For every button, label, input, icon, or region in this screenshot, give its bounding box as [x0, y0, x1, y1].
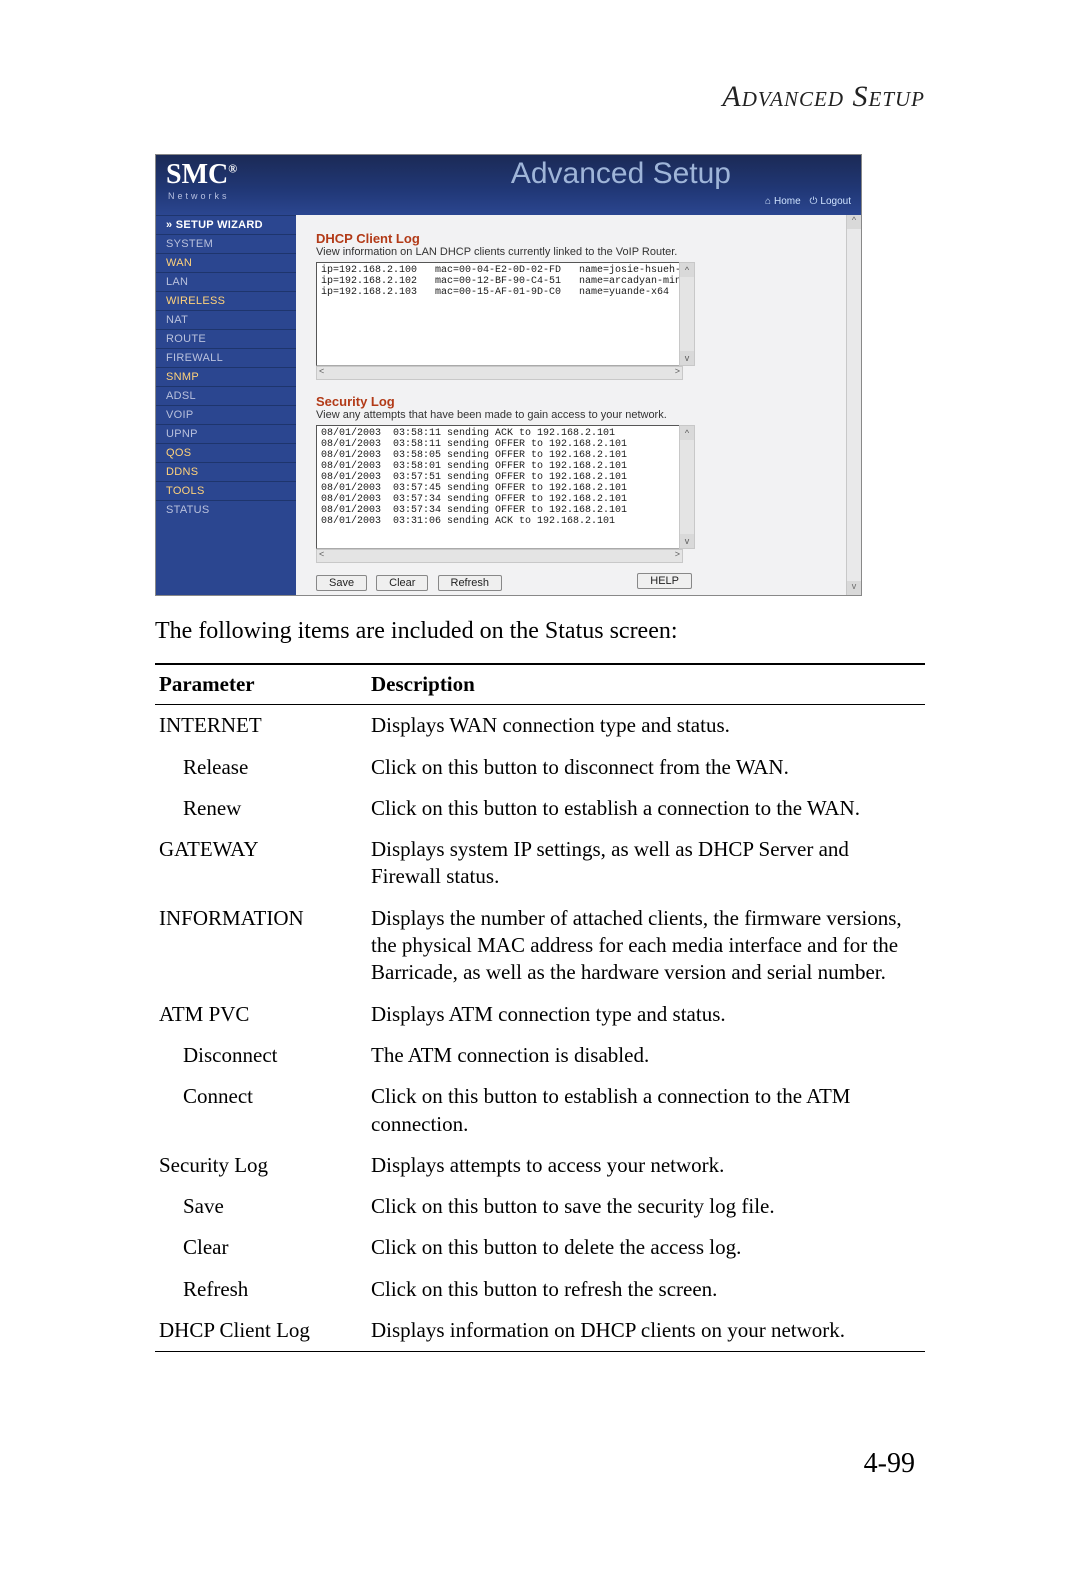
col-parameter: Parameter: [155, 664, 367, 705]
table-row: Security LogDisplays attempts to access …: [155, 1145, 925, 1186]
page-header: Advanced Setup: [155, 80, 925, 114]
table-row: ATM PVCDisplays ATM connection type and …: [155, 994, 925, 1035]
param-desc: Displays ATM connection type and status.: [367, 994, 925, 1035]
content-pane: DHCP Client Log View information on LAN …: [296, 215, 846, 595]
security-log-textarea[interactable]: 08/01/2003 03:58:11 sending ACK to 192.1…: [316, 425, 691, 549]
param-desc: Displays system IP settings, as well as …: [367, 829, 925, 898]
sidebar-item-route[interactable]: ROUTE: [156, 329, 296, 348]
param-desc: The ATM connection is disabled.: [367, 1035, 925, 1076]
sidebar-item-snmp[interactable]: SNMP: [156, 367, 296, 386]
home-link[interactable]: Home: [765, 196, 801, 207]
sidebar-item-system[interactable]: SYSTEM: [156, 234, 296, 253]
param-name: Security Log: [155, 1145, 367, 1186]
sidebar: » SETUP WIZARDSYSTEMWANLANWIRELESSNATROU…: [156, 215, 296, 595]
table-row: ClearClick on this button to delete the …: [155, 1227, 925, 1268]
param-name: ATM PVC: [155, 994, 367, 1035]
sidebar-item-qos[interactable]: QoS: [156, 443, 296, 462]
save-button[interactable]: Save: [316, 575, 367, 591]
pane-scroll-up-icon[interactable]: ^: [847, 215, 861, 229]
refresh-button[interactable]: Refresh: [438, 575, 503, 591]
param-desc: Click on this button to establish a conn…: [367, 788, 925, 829]
banner-title: Advanced Setup: [511, 157, 731, 191]
param-name: Disconnect: [155, 1035, 367, 1076]
sidebar-item-nat[interactable]: NAT: [156, 310, 296, 329]
help-button[interactable]: HELP: [637, 573, 692, 589]
param-desc: Click on this button to save the securit…: [367, 1186, 925, 1227]
parameter-table: Parameter Description INTERNETDisplays W…: [155, 663, 925, 1351]
sidebar-item-lan[interactable]: LAN: [156, 272, 296, 291]
page-number: 4-99: [864, 1448, 915, 1480]
screenshot-banner: SMC® Networks Advanced Setup Home Logout: [156, 155, 861, 215]
sidebar-item-wireless[interactable]: WIRELESS: [156, 291, 296, 310]
param-desc: Displays WAN connection type and status.: [367, 705, 925, 747]
sidebar-item-voip[interactable]: VoIP: [156, 405, 296, 424]
sidebar-item-upnp[interactable]: UPnP: [156, 424, 296, 443]
sidebar-item-tools[interactable]: TOOLS: [156, 481, 296, 500]
param-desc: Displays attempts to access your network…: [367, 1145, 925, 1186]
dhcp-log-heading: DHCP Client Log: [316, 231, 826, 246]
table-row: RenewClick on this button to establish a…: [155, 788, 925, 829]
security-log-heading: Security Log: [316, 394, 826, 409]
scroll-down-icon[interactable]: v: [680, 351, 694, 365]
dhcp-log-hscroll[interactable]: [316, 366, 683, 380]
clear-button[interactable]: Clear: [376, 575, 428, 591]
table-row: ConnectClick on this button to establish…: [155, 1076, 925, 1145]
pane-scroll-down-icon[interactable]: v: [847, 581, 861, 595]
param-name: Release: [155, 747, 367, 788]
param-desc: Click on this button to disconnect from …: [367, 747, 925, 788]
param-name: Connect: [155, 1076, 367, 1145]
param-name: Clear: [155, 1227, 367, 1268]
scroll-down-icon[interactable]: v: [680, 534, 694, 548]
banner-links: Home Logout: [759, 196, 851, 207]
pane-scrollbar[interactable]: ^ v: [846, 215, 861, 595]
table-row: ReleaseClick on this button to disconnec…: [155, 747, 925, 788]
scroll-up-icon[interactable]: ^: [680, 263, 694, 277]
security-log-scrollbar[interactable]: ^ v: [679, 425, 695, 549]
param-name: Renew: [155, 788, 367, 829]
security-log-hscroll[interactable]: [316, 549, 683, 563]
table-row: DHCP Client LogDisplays information on D…: [155, 1310, 925, 1351]
param-desc: Click on this button to delete the acces…: [367, 1227, 925, 1268]
intro-text: The following items are included on the …: [155, 618, 925, 645]
sidebar-item-adsl[interactable]: ADSL: [156, 386, 296, 405]
sidebar-item-status[interactable]: STATUS: [156, 500, 296, 519]
dhcp-log-textarea[interactable]: ip=192.168.2.100 mac=00-04-E2-0D-02-FD n…: [316, 262, 691, 366]
table-row: INFORMATIONDisplays the number of attach…: [155, 898, 925, 994]
sidebar-item--setup-wizard[interactable]: » SETUP WIZARD: [156, 215, 296, 234]
table-row: INTERNETDisplays WAN connection type and…: [155, 705, 925, 747]
param-name: Save: [155, 1186, 367, 1227]
sidebar-item-wan[interactable]: WAN: [156, 253, 296, 272]
sidebar-item-ddns[interactable]: DDNS: [156, 462, 296, 481]
brand-subtext: Networks: [168, 191, 230, 201]
logout-link[interactable]: Logout: [809, 196, 851, 207]
dhcp-log-sub: View information on LAN DHCP clients cur…: [316, 246, 826, 258]
router-admin-screenshot: SMC® Networks Advanced Setup Home Logout…: [155, 154, 862, 596]
brand-logo: SMC®: [166, 159, 237, 191]
param-desc: Click on this button to establish a conn…: [367, 1076, 925, 1145]
param-name: INFORMATION: [155, 898, 367, 994]
table-row: GATEWAYDisplays system IP settings, as w…: [155, 829, 925, 898]
sidebar-item-firewall[interactable]: FIREWALL: [156, 348, 296, 367]
scroll-up-icon[interactable]: ^: [680, 426, 694, 440]
param-name: GATEWAY: [155, 829, 367, 898]
param-name: INTERNET: [155, 705, 367, 747]
param-name: Refresh: [155, 1269, 367, 1310]
dhcp-log-scrollbar[interactable]: ^ v: [679, 262, 695, 366]
security-log-sub: View any attempts that have been made to…: [316, 409, 826, 421]
param-name: DHCP Client Log: [155, 1310, 367, 1351]
param-desc: Displays the number of attached clients,…: [367, 898, 925, 994]
table-row: SaveClick on this button to save the sec…: [155, 1186, 925, 1227]
param-desc: Click on this button to refresh the scre…: [367, 1269, 925, 1310]
table-row: DisconnectThe ATM connection is disabled…: [155, 1035, 925, 1076]
param-desc: Displays information on DHCP clients on …: [367, 1310, 925, 1351]
col-description: Description: [367, 664, 925, 705]
table-row: RefreshClick on this button to refresh t…: [155, 1269, 925, 1310]
